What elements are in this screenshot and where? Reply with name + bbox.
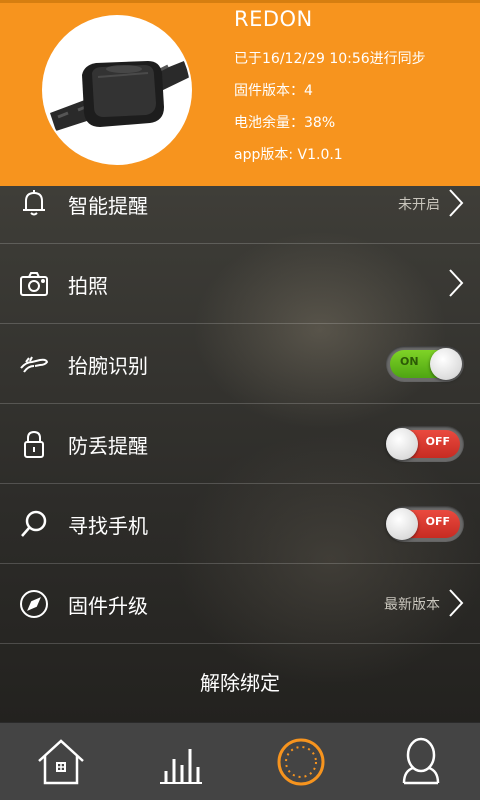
toggle-text: OFF xyxy=(425,435,450,448)
toggle-text: ON xyxy=(400,355,419,368)
tab-profile[interactable] xyxy=(360,723,480,800)
toggle-knob xyxy=(386,428,418,460)
camera-icon xyxy=(18,268,50,300)
find-phone-toggle[interactable]: OFF xyxy=(386,506,464,542)
find-phone-label: 寻找手机 xyxy=(68,514,148,538)
smart-reminder-status: 未开启 xyxy=(398,197,440,213)
lock-icon xyxy=(18,428,50,460)
unbind-button[interactable]: 解除绑定 xyxy=(0,645,480,722)
chevron-right-icon xyxy=(448,588,464,618)
firmware-version: 固件版本：4 xyxy=(234,83,313,99)
home-icon xyxy=(38,739,84,785)
anti-lost-label: 防丢提醒 xyxy=(68,434,148,458)
app-version: app版本: V1.0.1 xyxy=(234,147,343,163)
chevron-right-icon xyxy=(448,188,464,218)
profile-icon xyxy=(402,737,440,785)
device-name: REDON xyxy=(234,7,313,31)
toggle-knob xyxy=(430,348,462,380)
find-phone-row: 寻找手机 OFF xyxy=(0,484,480,564)
tab-statistics[interactable] xyxy=(120,723,240,800)
wrist-icon xyxy=(18,348,50,380)
device-ring-icon xyxy=(277,738,325,786)
smart-reminder-row[interactable]: 智能提醒 未开启 xyxy=(0,164,480,244)
smart-reminder-label: 智能提醒 xyxy=(68,194,148,218)
firmware-upgrade-label: 固件升级 xyxy=(68,594,148,618)
search-icon xyxy=(18,508,50,540)
device-header: REDON 已于16/12/29 10:56进行同步 固件版本：4 电池余量：3… xyxy=(0,0,480,186)
toggle-text: OFF xyxy=(425,515,450,528)
anti-lost-row: 防丢提醒 OFF xyxy=(0,404,480,484)
device-info: REDON 已于16/12/29 10:56进行同步 固件版本：4 电池余量：3… xyxy=(234,7,426,163)
wrist-raise-toggle[interactable]: ON xyxy=(386,346,464,382)
compass-icon xyxy=(18,588,50,620)
bar-chart-icon xyxy=(160,749,202,784)
tab-home[interactable] xyxy=(0,723,120,800)
firmware-upgrade-row[interactable]: 固件升级 最新版本 xyxy=(0,564,480,644)
device-image xyxy=(44,17,190,163)
wrist-raise-row: 抬腕识别 ON xyxy=(0,324,480,404)
camera-row[interactable]: 拍照 xyxy=(0,244,480,324)
bell-icon xyxy=(18,186,50,218)
battery-level: 电池余量：38% xyxy=(234,115,336,131)
toggle-knob xyxy=(386,508,418,540)
bottom-tab-bar xyxy=(0,722,480,800)
camera-label: 拍照 xyxy=(68,274,108,298)
anti-lost-toggle[interactable]: OFF xyxy=(386,426,464,462)
wrist-raise-label: 抬腕识别 xyxy=(68,354,148,378)
tab-device[interactable] xyxy=(240,723,360,800)
chevron-right-icon xyxy=(448,268,464,298)
sync-status: 已于16/12/29 10:56进行同步 xyxy=(234,51,426,67)
firmware-upgrade-status: 最新版本 xyxy=(384,597,440,613)
